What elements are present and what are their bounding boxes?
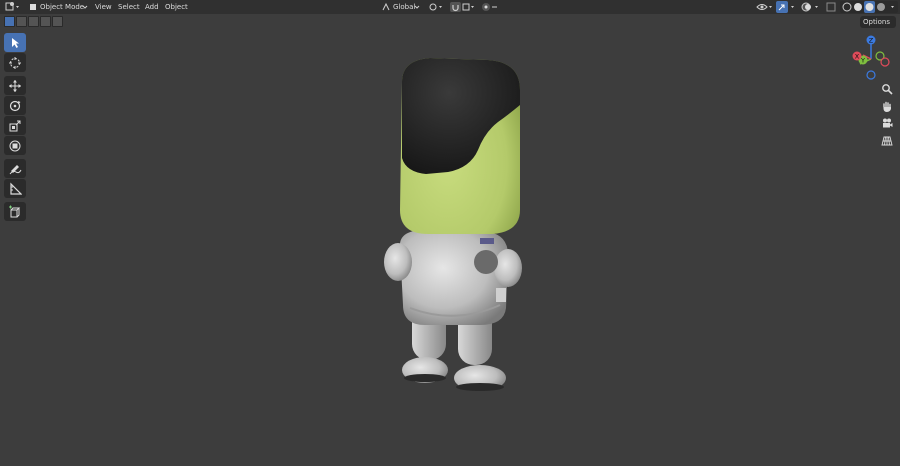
cursor-arrow-icon — [12, 37, 19, 48]
tool-annotate[interactable] — [4, 159, 26, 178]
gizmo-x-label: X — [855, 53, 860, 61]
shading-modes[interactable] — [840, 1, 898, 13]
annotate-pencil-icon — [9, 164, 22, 174]
magnet-icon — [450, 2, 474, 12]
right-arm — [494, 249, 522, 287]
grid-perspective-icon — [881, 136, 893, 146]
navigation-gizmo[interactable]: Z Y X — [845, 33, 899, 83]
camera-view-button[interactable] — [879, 115, 895, 131]
select-mode-extend-button[interactable] — [16, 16, 27, 27]
character-model — [384, 58, 522, 391]
menu-select[interactable]: Select — [118, 1, 140, 13]
xray-button[interactable] — [825, 1, 837, 13]
gizmo-neg-z[interactable] — [866, 70, 876, 80]
pivot-icon — [429, 3, 442, 11]
selection-mode-group — [4, 16, 63, 27]
zoom-button[interactable] — [879, 81, 895, 97]
transform-orientation-selector[interactable]: Global — [380, 1, 420, 13]
mode-selector[interactable]: Object Mode — [27, 1, 89, 13]
select-mode-intersect-button[interactable] — [52, 16, 63, 27]
select-mode-subtract-button[interactable] — [28, 16, 39, 27]
editor-type-button[interactable] — [4, 1, 22, 13]
menu-add[interactable]: Add — [145, 1, 159, 13]
chevron-down-icon — [414, 5, 420, 9]
overlays-icon — [801, 2, 818, 12]
editor-type-icon — [5, 2, 19, 11]
pan-button[interactable] — [879, 99, 895, 115]
select-mode-set-button[interactable] — [4, 16, 15, 27]
menu-view[interactable]: View — [95, 1, 112, 13]
left-arm — [384, 243, 412, 281]
proportional-edit-icon — [482, 3, 497, 11]
3d-cursor-icon — [9, 56, 21, 69]
scale-icon — [9, 120, 21, 131]
gizmo-neg-x[interactable] — [880, 57, 890, 67]
gizmo-z-label: Z — [869, 37, 874, 45]
options-dropdown[interactable]: Options — [860, 16, 896, 28]
axes-icon — [382, 2, 390, 11]
mode-label: Object Mode — [40, 3, 85, 11]
snap-button[interactable] — [448, 1, 476, 13]
options-label: Options — [863, 18, 891, 26]
pivot-point-button[interactable] — [428, 1, 444, 13]
overlays-button[interactable] — [800, 1, 822, 13]
object-mode-icon — [30, 4, 36, 10]
magnifier-icon — [882, 84, 893, 95]
orientation-label: Global — [393, 3, 416, 11]
proportional-edit-button[interactable] — [480, 1, 500, 13]
tool-select-box[interactable] — [4, 33, 26, 52]
menu-object[interactable]: Object — [165, 1, 188, 13]
chevron-down-icon — [82, 5, 88, 9]
measure-ruler-icon — [10, 182, 22, 195]
shading-mode-icons — [842, 1, 894, 13]
camera-icon — [883, 118, 893, 128]
tool-add-cube[interactable] — [4, 202, 26, 221]
xray-icon — [826, 2, 836, 12]
tool-move[interactable] — [4, 76, 26, 95]
rotate-icon — [9, 100, 21, 111]
gizmo-icon — [776, 1, 794, 13]
viewport-header: Object Mode View Select Add Object Globa… — [0, 0, 900, 14]
eye-icon — [756, 4, 772, 10]
tool-cursor[interactable] — [4, 53, 26, 72]
select-mode-difference-button[interactable] — [40, 16, 51, 27]
visibility-button[interactable] — [755, 1, 773, 13]
transform-icon — [9, 140, 21, 151]
tool-rotate[interactable] — [4, 96, 26, 115]
perspective-toggle-button[interactable] — [879, 133, 895, 149]
tool-scale[interactable] — [4, 116, 26, 135]
move-icon — [9, 79, 21, 92]
tool-transform[interactable] — [4, 136, 26, 155]
hand-icon — [883, 101, 891, 112]
add-cube-icon — [9, 205, 21, 217]
gizmo-toggle-button[interactable] — [775, 1, 797, 13]
tool-measure[interactable] — [4, 179, 26, 198]
